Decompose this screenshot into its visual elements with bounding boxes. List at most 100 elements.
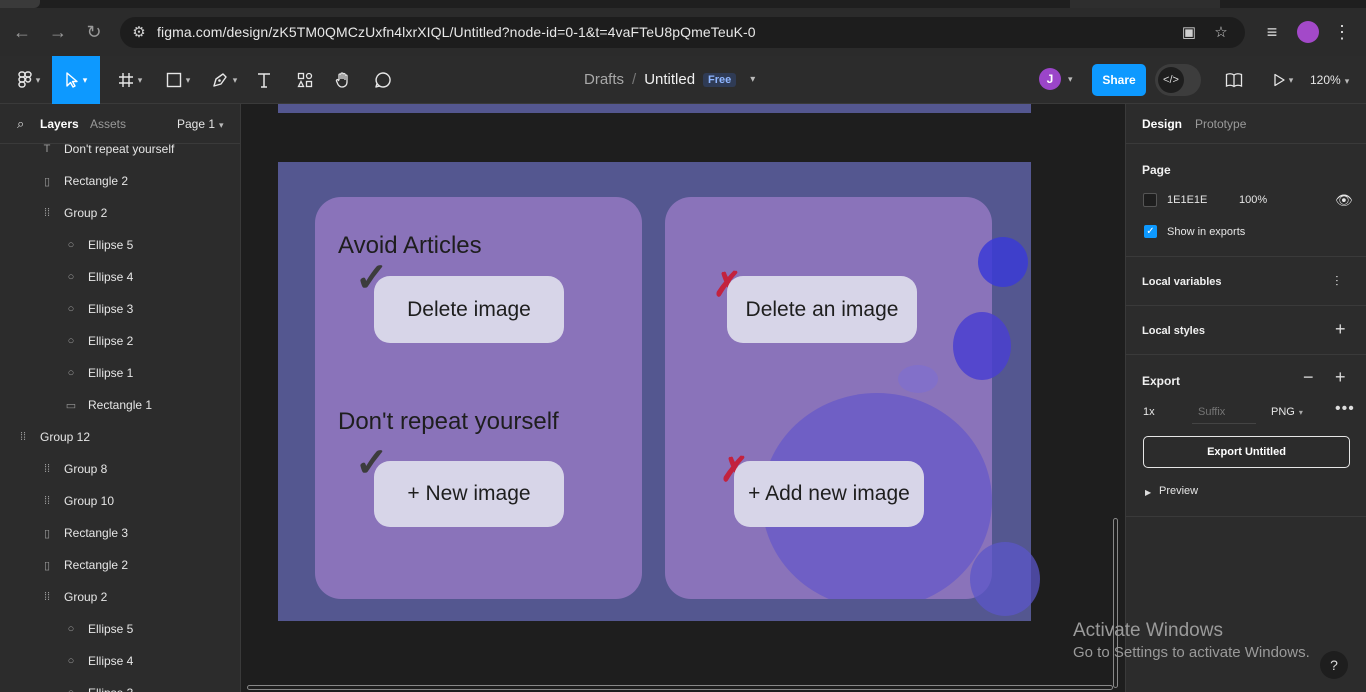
library-button[interactable] — [1222, 56, 1246, 104]
pen-tool-button[interactable]: ▾ — [204, 56, 244, 104]
local-variables-title[interactable]: Local variables — [1142, 276, 1222, 288]
layer-label: Rectangle 2 — [64, 174, 129, 188]
layer-row[interactable]: ○ Ellipse 3 — [64, 677, 134, 692]
variables-sliders-icon[interactable]: ⫶ — [1335, 273, 1339, 290]
page-selector[interactable]: Page 1 ▾ — [177, 117, 224, 131]
activate-windows-watermark: Activate Windows Go to Settings to activ… — [1073, 620, 1310, 661]
zoom-level[interactable]: 120% ▾ — [1310, 73, 1349, 87]
export-format-select[interactable]: PNG ▾ — [1271, 406, 1303, 418]
user-avatar[interactable]: J — [1039, 68, 1061, 90]
browser-menu-icon[interactable]: ⋮ — [1330, 20, 1354, 44]
share-button[interactable]: Share — [1092, 64, 1146, 96]
browser-tab[interactable] — [1070, 0, 1220, 8]
layer-row[interactable]: ▭ Rectangle 1 — [64, 389, 152, 421]
rectangle-layer-icon: ▯ — [43, 175, 51, 188]
layer-row[interactable]: ○ Ellipse 3 — [64, 293, 134, 325]
page-section-title: Page — [1142, 163, 1171, 177]
back-icon[interactable]: ← — [10, 20, 34, 44]
tab-layers[interactable]: Layers — [40, 117, 79, 131]
chevron-down-icon[interactable]: ▾ — [1068, 74, 1073, 85]
breadcrumb-drafts-link[interactable]: Drafts — [584, 71, 624, 88]
media-control-icon[interactable]: ≡ — [1260, 20, 1284, 44]
page-color-swatch[interactable] — [1143, 193, 1157, 207]
artboard-frame[interactable]: Avoid Articles ✓ Delete image Don't repe… — [278, 162, 1040, 621]
layer-row[interactable]: ▯ Rectangle 2 — [40, 165, 128, 197]
layer-row[interactable]: ⁞⁞ Group 10 — [40, 485, 114, 517]
browser-address-bar: ← → ↻ ⚙ figma.com/design/zK5TM0QMCzUxfn4… — [0, 8, 1366, 56]
url-field[interactable]: ⚙ figma.com/design/zK5TM0QMCzUxfn4lxrXIQ… — [120, 17, 1245, 48]
layer-row[interactable]: ▯ Rectangle 2 — [40, 549, 128, 581]
text-t-icon — [258, 73, 270, 88]
ellipse-layer-icon: ○ — [67, 303, 75, 315]
layer-row[interactable]: ○ Ellipse 4 — [64, 261, 134, 293]
layer-row[interactable]: ○ Ellipse 4 — [64, 645, 134, 677]
export-suffix-input[interactable] — [1192, 400, 1256, 424]
layer-label: Rectangle 1 — [88, 398, 153, 412]
bookmark-star-icon[interactable]: ☆ — [1210, 22, 1232, 44]
layer-row[interactable]: ○ Ellipse 5 — [64, 229, 134, 261]
text-tool-button[interactable] — [252, 56, 276, 104]
ellipse-layer-icon: ○ — [67, 623, 75, 635]
layer-label: Group 10 — [64, 494, 115, 508]
tab-prototype[interactable]: Prototype — [1195, 117, 1246, 131]
frame-tool-button[interactable]: ▾ — [110, 56, 150, 104]
ellipse-layer-icon: ○ — [67, 239, 75, 251]
layer-row[interactable]: ⁞⁞ Group 8 — [40, 453, 107, 485]
comment-tool-button[interactable] — [370, 56, 396, 104]
main-menu-button[interactable]: ▾ — [8, 56, 50, 104]
tab-assets[interactable]: Assets — [90, 117, 126, 131]
reload-icon[interactable]: ↻ — [82, 20, 106, 44]
layer-row[interactable]: ⁞⁞ Group 12 — [16, 421, 90, 453]
code-brackets-icon: </> — [1158, 67, 1184, 93]
layer-row[interactable]: ○ Ellipse 1 — [64, 357, 134, 389]
help-button[interactable]: ? — [1320, 651, 1348, 679]
layer-label: Group 2 — [64, 590, 108, 604]
page-opacity[interactable]: 100% — [1239, 194, 1267, 206]
preview-toggle[interactable]: Preview — [1159, 485, 1198, 497]
dev-mode-toggle[interactable]: </> — [1155, 64, 1201, 96]
remove-export-icon[interactable]: − — [1303, 367, 1314, 388]
browser-tab-strip — [0, 0, 1366, 8]
file-name[interactable]: Untitled — [644, 71, 695, 88]
present-button[interactable]: ▾ — [1266, 56, 1300, 104]
export-button[interactable]: Export Untitled — [1143, 436, 1350, 468]
no-tracking-icon[interactable]: ▣ — [1178, 22, 1200, 44]
layer-row[interactable]: ⁞⁞ Group 2 — [40, 197, 107, 229]
layer-row[interactable]: ⁞⁞ Group 2 — [40, 581, 107, 613]
chevron-down-icon: ▾ — [185, 74, 191, 85]
move-tool-button[interactable]: ▾ — [52, 56, 100, 104]
layer-row[interactable]: T Don't repeat yourself — [40, 133, 175, 165]
hand-tool-button[interactable] — [330, 56, 356, 104]
layer-row[interactable]: ○ Ellipse 5 — [64, 613, 134, 645]
layer-row[interactable]: ▯ Rectangle 3 — [40, 517, 128, 549]
eye-icon[interactable]: 👁 — [1335, 192, 1353, 209]
show-in-exports-checkbox[interactable]: ✓ — [1144, 225, 1157, 238]
rectangle-icon — [166, 72, 181, 88]
layer-label: Don't repeat yourself — [64, 142, 175, 156]
cursor-icon — [66, 72, 78, 88]
horizontal-scrollbar[interactable] — [247, 685, 1113, 690]
vertical-scrollbar[interactable] — [1113, 518, 1118, 688]
page-color-hex[interactable]: 1E1E1E — [1167, 194, 1207, 206]
export-scale[interactable]: 1x — [1143, 406, 1155, 418]
forward-icon[interactable]: → — [46, 20, 70, 44]
browser-tab[interactable] — [0, 0, 40, 8]
site-settings-icon[interactable]: ⚙ — [128, 22, 150, 44]
design-canvas[interactable]: Avoid Articles ✓ Delete image Don't repe… — [241, 104, 1125, 692]
layer-label: Group 8 — [64, 462, 108, 476]
shape-tool-button[interactable]: ▾ — [158, 56, 198, 104]
add-style-icon[interactable]: + — [1335, 319, 1346, 340]
search-icon[interactable]: ⌕ — [17, 116, 24, 132]
resources-button[interactable] — [292, 56, 318, 104]
frame-above[interactable] — [278, 104, 1031, 113]
right-card[interactable]: ✗ Delete an image ✗ + Add new image — [665, 197, 992, 599]
local-styles-title: Local styles — [1142, 325, 1205, 337]
layer-row[interactable]: ○ Ellipse 2 — [64, 325, 134, 357]
chevron-down-icon[interactable]: ▾ — [750, 74, 755, 85]
chevron-right-icon[interactable]: ▶ — [1145, 488, 1151, 497]
tab-design[interactable]: Design — [1142, 117, 1182, 131]
profile-avatar[interactable] — [1297, 21, 1319, 43]
add-export-icon[interactable]: + — [1335, 367, 1346, 388]
left-card[interactable]: Avoid Articles ✓ Delete image Don't repe… — [315, 197, 642, 599]
more-options-icon[interactable]: ••• — [1335, 400, 1355, 418]
